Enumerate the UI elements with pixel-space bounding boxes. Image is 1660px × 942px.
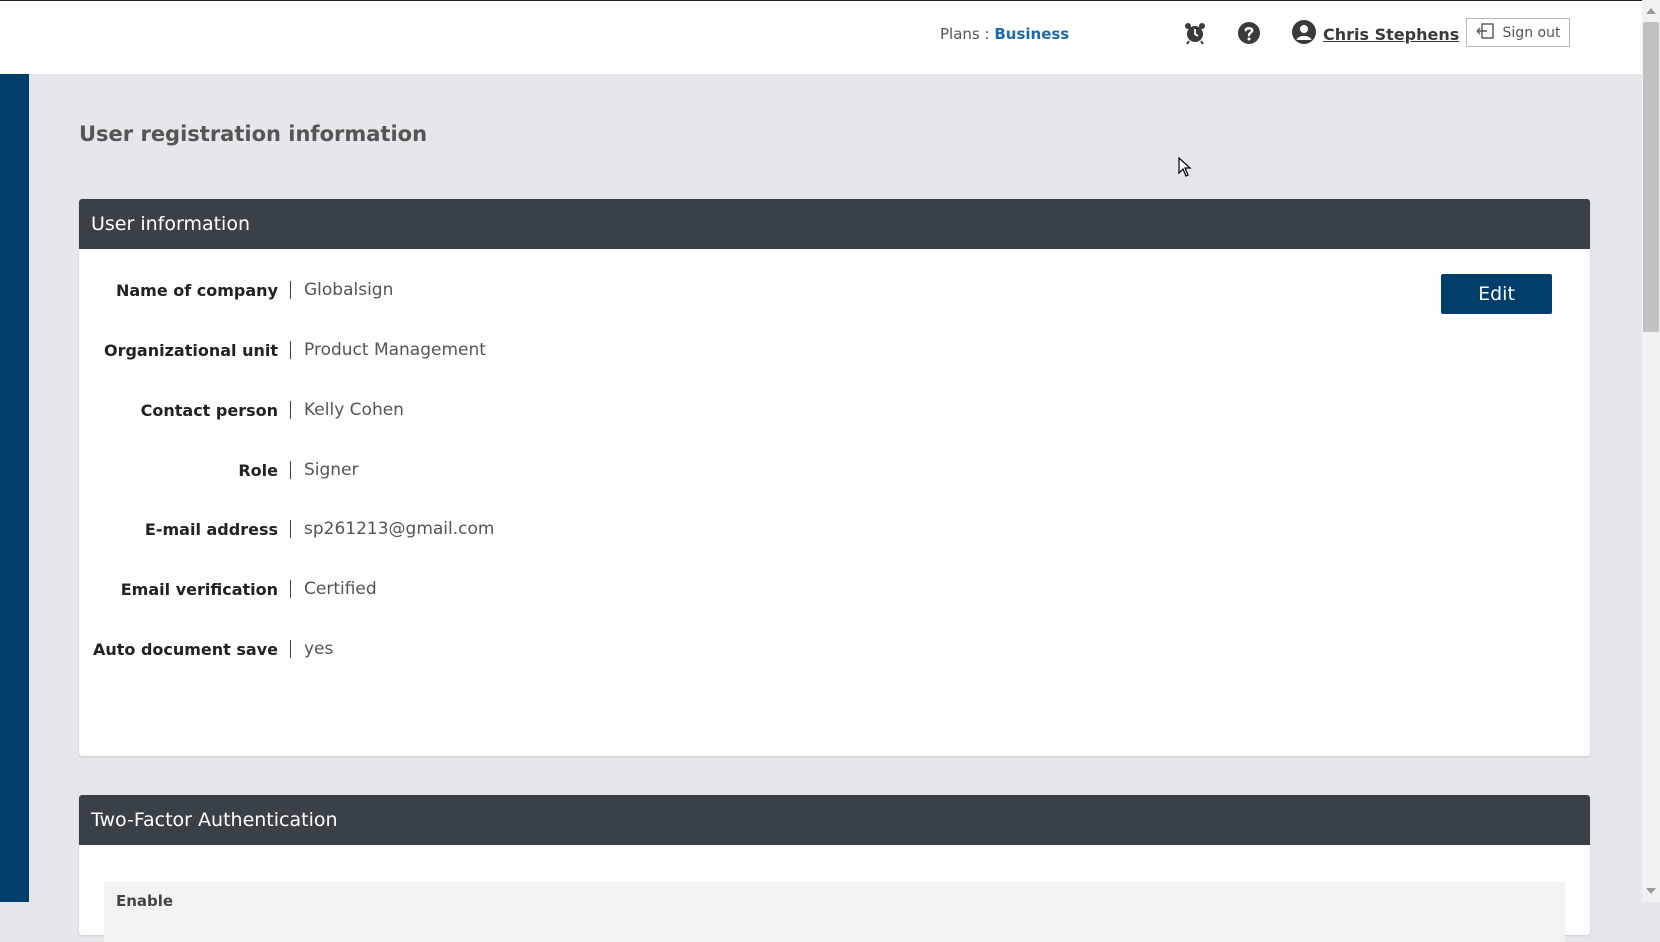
info-row-auto-save: Auto document save yes	[79, 637, 333, 661]
user-menu[interactable]: Chris Stephens	[1292, 20, 1459, 48]
user-name-link[interactable]: Chris Stephens	[1323, 25, 1459, 44]
sign-out-label: Sign out	[1502, 24, 1561, 41]
plan-value[interactable]: Business	[994, 25, 1069, 43]
row-separator	[290, 281, 291, 299]
row-label: Role	[238, 460, 278, 480]
row-value: Kelly Cohen	[304, 400, 404, 420]
row-separator	[290, 461, 291, 479]
row-separator	[290, 401, 291, 419]
two-factor-panel: Two-Factor Authentication Enable	[79, 795, 1590, 942]
scroll-down-arrow-icon[interactable]	[1646, 888, 1656, 894]
info-row-contact-person: Contact person Kelly Cohen	[79, 398, 404, 422]
user-icon	[1292, 20, 1316, 48]
user-information-panel: User information Edit Name of company Gl…	[79, 199, 1590, 756]
row-label: Auto document save	[92, 639, 278, 659]
plans-indicator: Plans : Business	[940, 25, 1069, 43]
scroll-up-arrow-icon[interactable]	[1646, 8, 1656, 14]
row-value: Certified	[304, 579, 377, 599]
top-bar: Plans : Business Chris Stephens Sign out	[0, 0, 1642, 74]
left-sidebar	[0, 74, 29, 902]
info-row-role: Role Signer	[79, 458, 359, 482]
row-value: Globalsign	[304, 280, 394, 300]
row-separator	[290, 520, 291, 538]
sign-out-icon	[1476, 22, 1494, 43]
edit-button[interactable]: Edit	[1441, 274, 1552, 314]
enable-label: Enable	[116, 892, 174, 910]
info-row-org-unit: Organizational unit Product Management	[79, 338, 486, 362]
user-information-header: User information	[79, 199, 1590, 249]
row-separator	[290, 580, 291, 598]
row-label: Organizational unit	[103, 340, 278, 360]
row-label: Contact person	[140, 400, 278, 420]
info-row-email: E-mail address sp261213@gmail.com	[79, 517, 495, 541]
row-value: yes	[304, 639, 334, 659]
row-label: E-mail address	[144, 519, 278, 539]
row-separator	[290, 640, 291, 658]
info-row-email-verification: Email verification Certified	[79, 577, 377, 601]
scrollbar-thumb[interactable]	[1643, 22, 1659, 332]
plans-label: Plans :	[940, 25, 990, 43]
sign-out-button[interactable]: Sign out	[1466, 18, 1570, 47]
help-icon[interactable]	[1237, 21, 1261, 45]
row-label: Email verification	[120, 579, 278, 599]
info-row-company: Name of company Globalsign	[79, 278, 393, 302]
alarm-clock-icon[interactable]	[1183, 21, 1207, 45]
mouse-cursor-icon	[1178, 156, 1192, 181]
row-label: Name of company	[115, 280, 278, 300]
two-factor-header: Two-Factor Authentication	[79, 795, 1590, 845]
row-value: Product Management	[304, 340, 486, 360]
row-value: sp261213@gmail.com	[304, 519, 495, 539]
page-title: User registration information	[79, 122, 428, 146]
two-factor-enable-section: Enable	[104, 882, 1565, 942]
row-separator	[290, 341, 291, 359]
row-value: Signer	[304, 460, 359, 480]
